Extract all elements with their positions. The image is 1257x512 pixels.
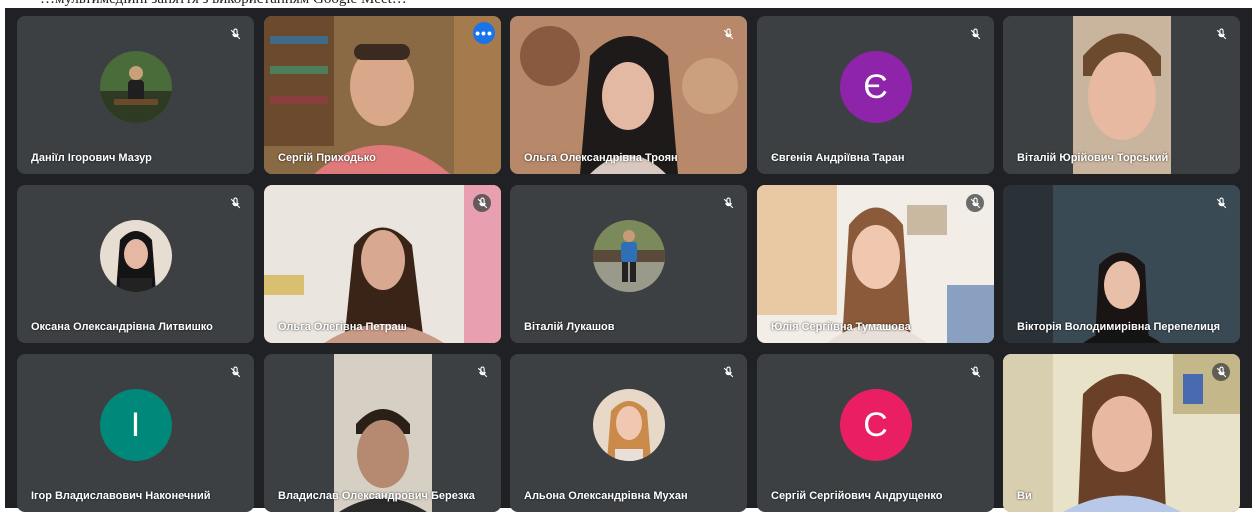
participant-tile[interactable]: Ви bbox=[1003, 354, 1240, 512]
participant-tile[interactable]: Оксана Олександрівна Литвишко bbox=[17, 185, 254, 343]
participant-tile[interactable]: Альона Олександрівна Мухан bbox=[510, 354, 747, 512]
participant-name: Ольга Олегівна Петраш bbox=[278, 321, 407, 333]
participant-video bbox=[264, 354, 501, 512]
caption-strip: …мультимедійні заняття з використанням G… bbox=[0, 0, 1257, 8]
participant-video bbox=[1003, 16, 1240, 174]
participant-name: Віталій Лукашов bbox=[524, 321, 615, 333]
participant-name: Вікторія Володимирівна Перепелиця bbox=[1017, 321, 1221, 333]
participant-avatar bbox=[99, 51, 172, 123]
participant-name: Ігор Владиславович Наконечний bbox=[31, 490, 211, 502]
participant-name: Ви bbox=[1017, 490, 1032, 502]
participant-avatar bbox=[99, 220, 172, 292]
participant-name: Сергій Сергійович Андрущенко bbox=[771, 490, 943, 502]
participant-name: Віталій Юрійович Торський bbox=[1017, 152, 1169, 164]
mic-off-icon bbox=[226, 194, 244, 212]
participant-tile[interactable]: Вікторія Володимирівна Перепелиця bbox=[1003, 185, 1240, 343]
mic-off-icon bbox=[1212, 25, 1230, 43]
participant-name: Юлія Сергіївна Тумашова bbox=[771, 321, 911, 333]
more-options-icon[interactable]: ••• bbox=[473, 22, 495, 44]
mic-off-icon bbox=[473, 194, 491, 212]
participant-tile[interactable]: Ольга Олегівна Петраш bbox=[264, 185, 501, 343]
participant-name: Альона Олександрівна Мухан bbox=[524, 490, 688, 502]
participant-video bbox=[1003, 354, 1240, 512]
participant-video bbox=[1003, 185, 1240, 343]
mic-off-icon bbox=[719, 25, 737, 43]
participant-tile[interactable]: Віталій Юрійович Торський bbox=[1003, 16, 1240, 174]
mic-off-icon bbox=[226, 363, 244, 381]
participant-name: Сергій Приходько bbox=[278, 152, 376, 164]
mic-off-icon bbox=[226, 25, 244, 43]
participant-tile[interactable]: Юлія Сергіївна Тумашова bbox=[757, 185, 994, 343]
participant-tile[interactable]: Ольга Олександрівна Троян bbox=[510, 16, 747, 174]
meeting-grid: Даніїл Ігорович Мазур ••• Сергій Приходь… bbox=[5, 8, 1252, 512]
participant-avatar bbox=[592, 220, 665, 292]
participant-video bbox=[757, 185, 994, 343]
participant-name: Ольга Олександрівна Троян bbox=[524, 152, 678, 164]
participant-tile[interactable]: Віталій Лукашов bbox=[510, 185, 747, 343]
participant-avatar: С bbox=[839, 389, 912, 461]
participant-avatar bbox=[592, 389, 665, 461]
mic-off-icon bbox=[719, 194, 737, 212]
participant-tile[interactable]: Даніїл Ігорович Мазур bbox=[17, 16, 254, 174]
participant-video bbox=[510, 16, 747, 174]
mic-off-icon bbox=[473, 363, 491, 381]
mic-off-icon bbox=[719, 363, 737, 381]
participant-avatar: Є bbox=[839, 51, 912, 123]
participant-tile[interactable]: Є Євгенія Андріївна Таран bbox=[757, 16, 994, 174]
participant-name: Владислав Олександрович Березка bbox=[278, 490, 475, 502]
participant-name: Даніїл Ігорович Мазур bbox=[31, 152, 152, 164]
participant-avatar: І bbox=[99, 389, 172, 461]
mic-off-icon bbox=[966, 25, 984, 43]
caption-text: …мультимедійні заняття з використанням G… bbox=[40, 0, 407, 8]
participant-tile[interactable]: І Ігор Владиславович Наконечний bbox=[17, 354, 254, 512]
mic-off-icon bbox=[966, 194, 984, 212]
mic-off-icon bbox=[1212, 363, 1230, 381]
participant-tile[interactable]: ••• Сергій Приходько bbox=[264, 16, 501, 174]
participant-name: Оксана Олександрівна Литвишко bbox=[31, 321, 213, 333]
mic-off-icon bbox=[1212, 194, 1230, 212]
participant-name: Євгенія Андріївна Таран bbox=[771, 152, 905, 164]
mic-off-icon bbox=[966, 363, 984, 381]
participant-video bbox=[264, 185, 501, 343]
participant-tile[interactable]: Владислав Олександрович Березка bbox=[264, 354, 501, 512]
participant-video bbox=[264, 16, 501, 174]
participant-tile[interactable]: С Сергій Сергійович Андрущенко bbox=[757, 354, 994, 512]
